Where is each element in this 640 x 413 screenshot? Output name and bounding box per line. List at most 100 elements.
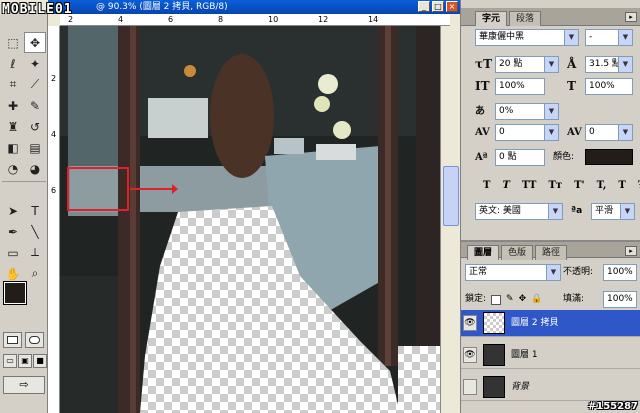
tab-character[interactable]: 字元 — [475, 11, 508, 26]
canvas-vertical-scrollbar[interactable] — [440, 26, 460, 413]
leading-icon: Å — [567, 57, 577, 71]
language-select[interactable]: 英文: 美國 ▼ — [475, 203, 563, 220]
magic-wand-tool[interactable]: ✦ — [24, 53, 46, 74]
path-select-tool[interactable]: ➤ — [2, 200, 24, 221]
lock-row: 鎖定: ✎ ✥ 🔒 — [465, 291, 542, 308]
line-tool[interactable]: ╲ — [24, 221, 46, 242]
mobile01-logo: MOBILE01 — [2, 2, 122, 22]
dodge-tool[interactable]: ◕ — [24, 158, 46, 179]
panel-menu-icon[interactable]: ▸ — [625, 246, 637, 256]
lock-brush-icon[interactable]: ✎ — [506, 291, 514, 308]
vertical-scale-value: 100% — [499, 81, 525, 91]
leading-field[interactable]: 31.5 點 ▼ — [585, 56, 633, 73]
quickmask-mode-button[interactable] — [25, 332, 44, 348]
font-family-select[interactable]: 華康儷中黑 ▼ — [475, 29, 579, 46]
document-canvas[interactable] — [60, 26, 440, 413]
hand-tool[interactable]: ✋ — [2, 263, 24, 284]
layer-row[interactable]: 背景 — [461, 374, 640, 401]
tab-layers[interactable]: 圖層 — [467, 245, 500, 260]
text-style-button[interactable]: Tт — [548, 180, 562, 191]
marquee-tool[interactable]: ⬚ — [2, 32, 24, 53]
font-size-field[interactable]: 20 點 ▼ — [495, 56, 559, 73]
layer-row[interactable]: 👁 圖層 1 — [461, 342, 640, 369]
tracking-field[interactable]: 0 ▼ — [585, 124, 633, 141]
antialias-icon: ªa — [571, 206, 583, 216]
pen-tool[interactable]: ✒ — [2, 221, 24, 242]
layer-name: 圖層 1 — [511, 350, 538, 360]
baseline-shift-field[interactable]: 0 點 — [495, 149, 545, 166]
layer-name: 圖層 2 拷貝 — [511, 318, 559, 328]
font-style-value: - — [589, 32, 593, 42]
horizontal-scale-value: 100% — [589, 81, 615, 91]
vertical-scale-field[interactable]: 100% — [495, 78, 545, 95]
kerning-field[interactable]: 0 ▼ — [495, 124, 559, 141]
text-style-button[interactable]: T — [618, 180, 625, 191]
font-family-value: 華康儷中黑 — [479, 32, 525, 42]
move-tool[interactable]: ✥ — [24, 32, 46, 53]
horizontal-scale-field[interactable]: 100% — [585, 78, 633, 95]
tsume-icon: あ — [475, 106, 485, 117]
gradient-tool[interactable]: ▤ — [24, 137, 46, 158]
layers-panel-tabs: 圖層 色版 路徑 ▸ — [461, 240, 640, 260]
font-style-select[interactable]: - ▼ — [585, 29, 633, 46]
eye-icon[interactable]: 👁 — [463, 347, 477, 363]
eye-icon[interactable]: 👁 — [463, 315, 477, 331]
lock-all-icon[interactable]: 🔒 — [531, 291, 542, 308]
blur-tool[interactable]: ◔ — [2, 158, 24, 179]
slice-tool[interactable]: ⟋ — [24, 74, 46, 95]
tracking-icon: AV — [567, 127, 582, 138]
crop-tool[interactable]: ⌗ — [2, 74, 24, 95]
lock-transparency-checkbox[interactable] — [491, 295, 502, 305]
tsume-field[interactable]: 0% ▼ — [495, 103, 559, 120]
text-style-button[interactable]: TT — [522, 180, 537, 191]
layer-row[interactable]: 👁 圖層 2 拷貝 — [461, 310, 640, 337]
vertical-scale-icon: IT — [475, 79, 490, 93]
text-style-button[interactable]: T — [483, 180, 490, 191]
eyedropper-tool[interactable]: ⟂ — [24, 242, 46, 263]
jump-to-imageready-button[interactable]: ⇨ — [3, 376, 45, 394]
brush-tool[interactable]: ✎ — [24, 95, 46, 116]
close-button[interactable]: × — [446, 1, 458, 12]
screen-mode-standard-icon[interactable]: ▭ — [3, 354, 17, 368]
kerning-value: 0 — [499, 127, 505, 137]
eraser-tool[interactable]: ◧ — [2, 137, 24, 158]
foreground-color[interactable] — [3, 281, 27, 305]
screen-mode-full-icon[interactable]: ■ — [33, 354, 47, 368]
type-tool[interactable]: T — [24, 200, 46, 221]
lock-move-icon[interactable]: ✥ — [519, 291, 527, 308]
standard-mode-button[interactable] — [3, 332, 22, 348]
text-color-swatch[interactable] — [585, 149, 633, 165]
panel-menu-icon[interactable]: ▸ — [625, 12, 637, 22]
tab-channels[interactable]: 色版 — [501, 245, 534, 260]
fill-field[interactable]: 100% — [603, 291, 637, 308]
healing-brush-tool[interactable]: ✚ — [2, 95, 24, 116]
tab-paths[interactable]: 路徑 — [535, 245, 568, 260]
tab-paragraph[interactable]: 段落 — [509, 11, 542, 26]
text-style-buttons: TTTTTтT'T,TŦ — [483, 180, 640, 191]
mask-mode-row — [3, 332, 44, 348]
ruler-tick-label: 4 — [51, 130, 57, 139]
canvas-image — [60, 26, 440, 413]
zoom-tool[interactable]: ⌕ — [24, 263, 46, 284]
antialias-select[interactable]: 平滑 ▼ — [591, 203, 635, 220]
text-style-button[interactable]: T, — [597, 180, 607, 191]
history-brush-tool[interactable]: ↺ — [24, 116, 46, 137]
screen-mode-menu-icon[interactable]: ▣ — [18, 354, 32, 368]
notes-tool[interactable]: ▭ — [2, 242, 24, 263]
toolbox: ⬚ ✥ ℓ ✦ ⌗ ⟋ ✚ ✎ ♜ ↺ ◧ ▤ ◔ ◕ ➤ T ✒ ╲ ▭ ⟂ ✋ ⌕ ▭ ▣ ■ ⇨ — [0, 14, 48, 413]
layer-name: 背景 — [511, 382, 530, 392]
fill-label: 填滿: — [563, 294, 585, 304]
opacity-field[interactable]: 100% — [603, 264, 637, 281]
maximize-button[interactable]: □ — [432, 1, 444, 12]
scrollbar-thumb[interactable] — [443, 166, 459, 226]
minimize-button[interactable]: _ — [418, 1, 430, 12]
clone-stamp-tool[interactable]: ♜ — [2, 116, 24, 137]
antialias-value: 平滑 — [595, 206, 614, 216]
lasso-tool[interactable]: ℓ — [2, 53, 24, 74]
opacity-label: 不透明: — [563, 267, 594, 277]
blend-mode-select[interactable]: 正常 ▼ — [465, 264, 561, 281]
text-style-button[interactable]: T' — [574, 180, 585, 191]
eye-icon[interactable] — [463, 379, 477, 395]
text-style-button[interactable]: T — [502, 180, 509, 191]
screen-mode-row: ▭ ▣ ■ — [3, 354, 47, 368]
